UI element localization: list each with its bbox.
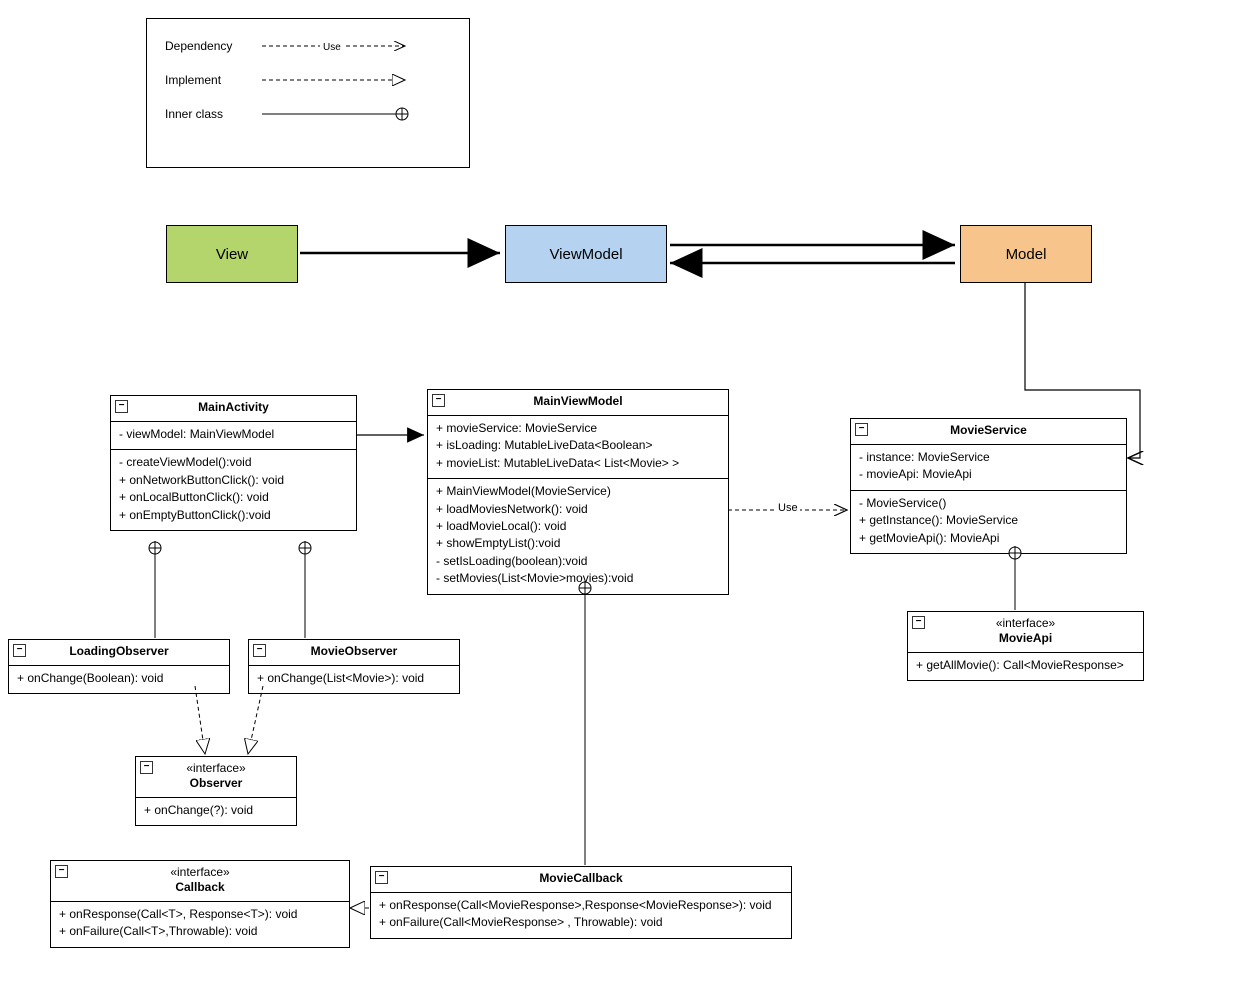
- class-mainviewmodel: − MainViewModel + movieService: MovieSer…: [427, 389, 729, 595]
- title-text: Observer: [190, 776, 243, 790]
- mvvm-viewmodel: ViewModel: [505, 225, 667, 283]
- title-text: MovieService: [950, 423, 1027, 437]
- class-title: − MovieService: [851, 419, 1126, 445]
- class-title: − MainActivity: [111, 396, 356, 422]
- ops: + getAllMovie(): Call<MovieResponse>: [908, 653, 1143, 680]
- title-text: MovieCallback: [539, 871, 622, 885]
- ops-text: + onResponse(Call<MovieResponse>,Respons…: [379, 897, 783, 932]
- ops-text: + onResponse(Call<T>, Response<T>): void…: [59, 906, 341, 941]
- class-title: − MovieCallback: [371, 867, 791, 893]
- class-movieservice: − MovieService - instance: MovieService …: [850, 418, 1127, 554]
- interface-observer: − «interface» Observer + onChange(?): vo…: [135, 756, 297, 826]
- stereotype: «interface»: [996, 616, 1055, 630]
- collapse-icon[interactable]: −: [140, 761, 153, 774]
- attrs-text: - instance: MovieService - movieApi: Mov…: [859, 449, 1118, 484]
- class-title: − «interface» Observer: [136, 757, 296, 798]
- mvvm-model: Model: [960, 225, 1092, 283]
- interface-callback: − «interface» Callback + onResponse(Call…: [50, 860, 350, 948]
- collapse-icon[interactable]: −: [13, 644, 26, 657]
- attrs: + movieService: MovieService + isLoading…: [428, 416, 728, 479]
- title-text: Callback: [175, 880, 224, 894]
- legend-line-implement: [260, 63, 410, 97]
- ops: + onChange(?): void: [136, 798, 296, 825]
- ops: - MovieService() + getInstance(): MovieS…: [851, 491, 1126, 553]
- collapse-icon[interactable]: −: [432, 394, 445, 407]
- title-text: MainViewModel: [533, 394, 622, 408]
- ops: + onResponse(Call<MovieResponse>,Respons…: [371, 893, 791, 938]
- stereotype: «interface»: [170, 865, 229, 879]
- title-text: MovieApi: [999, 631, 1052, 645]
- legend-row-innerclass: Inner class: [165, 97, 451, 131]
- ops-text: + MainViewModel(MovieService) + loadMovi…: [436, 483, 720, 587]
- legend-label-implement: Implement: [165, 73, 260, 87]
- stereotype: «interface»: [186, 761, 245, 775]
- ops-text: + onChange(List<Movie>): void: [257, 670, 451, 687]
- title-text: MainActivity: [198, 400, 269, 414]
- interface-movieapi: − «interface» MovieApi + getAllMovie(): …: [907, 611, 1144, 681]
- ops-text: - createViewModel():void + onNetworkButt…: [119, 454, 348, 524]
- ops: - createViewModel():void + onNetworkButt…: [111, 450, 356, 530]
- legend-label-dependency: Dependency: [165, 39, 260, 53]
- attrs-text: - viewModel: MainViewModel: [119, 426, 348, 443]
- ops-text: + onChange(Boolean): void: [17, 670, 221, 687]
- ops: + onChange(List<Movie>): void: [249, 666, 459, 693]
- class-title: − «interface» MovieApi: [908, 612, 1143, 653]
- class-moviecallback: − MovieCallback + onResponse(Call<MovieR…: [370, 866, 792, 939]
- legend-row-dependency: Dependency Use: [165, 29, 451, 63]
- ops-text: + onChange(?): void: [144, 802, 288, 819]
- collapse-icon[interactable]: −: [55, 865, 68, 878]
- ops: + MainViewModel(MovieService) + loadMovi…: [428, 479, 728, 593]
- class-movieobserver: − MovieObserver + onChange(List<Movie>):…: [248, 639, 460, 694]
- class-title: − MovieObserver: [249, 640, 459, 666]
- legend-use-text: Use: [323, 42, 341, 53]
- legend-row-implement: Implement: [165, 63, 451, 97]
- ops-text: - MovieService() + getInstance(): MovieS…: [859, 495, 1118, 547]
- class-loadingobserver: − LoadingObserver + onChange(Boolean): v…: [8, 639, 230, 694]
- attrs: - instance: MovieService - movieApi: Mov…: [851, 445, 1126, 491]
- collapse-icon[interactable]: −: [855, 423, 868, 436]
- ops-text: + getAllMovie(): Call<MovieResponse>: [916, 657, 1135, 674]
- class-title: − MainViewModel: [428, 390, 728, 416]
- mvvm-view: View: [166, 225, 298, 283]
- class-mainactivity: − MainActivity - viewModel: MainViewMode…: [110, 395, 357, 531]
- class-title: − «interface» Callback: [51, 861, 349, 902]
- collapse-icon[interactable]: −: [115, 400, 128, 413]
- title-text: MovieObserver: [311, 644, 398, 658]
- class-title: − LoadingObserver: [9, 640, 229, 666]
- collapse-icon[interactable]: −: [375, 871, 388, 884]
- legend-label-innerclass: Inner class: [165, 107, 260, 121]
- legend-line-dependency: Use: [260, 29, 410, 63]
- legend-line-innerclass: [260, 97, 410, 131]
- mvvm-vm-label: ViewModel: [549, 246, 622, 263]
- collapse-icon[interactable]: −: [912, 616, 925, 629]
- ops: + onResponse(Call<T>, Response<T>): void…: [51, 902, 349, 947]
- title-text: LoadingObserver: [69, 644, 168, 658]
- mvvm-view-label: View: [216, 246, 248, 263]
- ops: + onChange(Boolean): void: [9, 666, 229, 693]
- collapse-icon[interactable]: −: [253, 644, 266, 657]
- attrs-text: + movieService: MovieService + isLoading…: [436, 420, 720, 472]
- legend-box: Dependency Use Implement: [146, 18, 470, 168]
- mvvm-model-label: Model: [1006, 246, 1047, 263]
- use-label: Use: [776, 502, 800, 514]
- attrs: - viewModel: MainViewModel: [111, 422, 356, 450]
